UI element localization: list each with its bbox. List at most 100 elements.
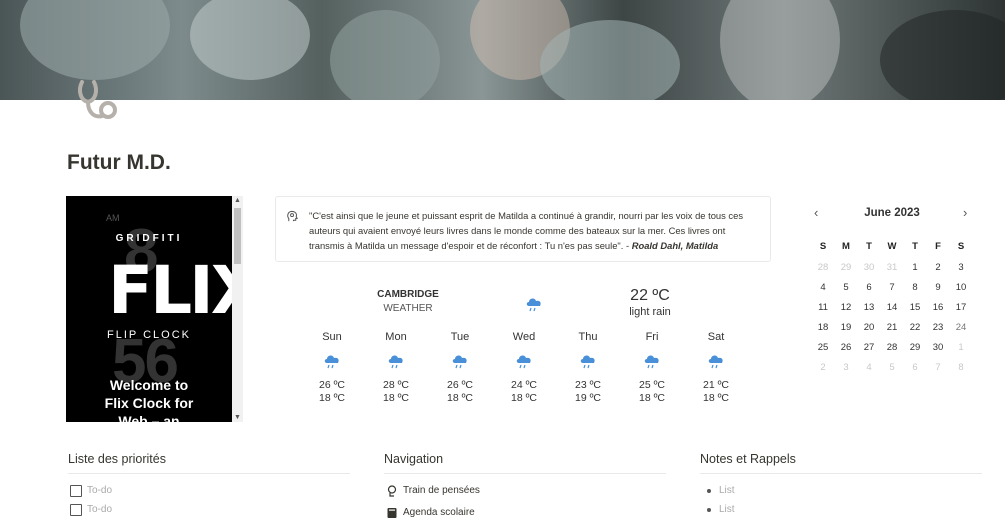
weather-city: CAMBRIDGE: [377, 289, 439, 300]
calendar-day[interactable]: 22: [904, 322, 926, 333]
calendar-day[interactable]: 6: [858, 282, 880, 293]
calendar-month-title: June 2023: [864, 207, 920, 219]
calendar-day[interactable]: 9: [927, 282, 949, 293]
weekday-label: W: [887, 241, 897, 252]
scroll-up-icon[interactable]: ▲: [232, 197, 243, 204]
calendar-day[interactable]: 28: [812, 262, 834, 273]
flip-clock-embed[interactable]: AM 8 56 GRIDFITI FLIX FLIP CLOCK Welcome…: [66, 196, 243, 422]
divider: [384, 473, 666, 474]
calendar-day[interactable]: 31: [881, 262, 903, 273]
stethoscope-icon[interactable]: [72, 76, 120, 124]
thinking-head-icon: [387, 485, 397, 497]
nav-link-label[interactable]: Agenda scolaire: [403, 507, 475, 518]
quote-callout: "C'est ainsi que le jeune et puissant es…: [275, 196, 771, 262]
notes-heading: Notes et Rappels: [700, 452, 796, 466]
rain-cloud-icon: [708, 355, 723, 369]
calendar-weekday-row: S M T W T F S: [812, 241, 972, 259]
navigation-heading: Navigation: [384, 452, 444, 466]
calendar-day[interactable]: 16: [927, 302, 949, 313]
weekday-label: S: [819, 241, 827, 252]
weekday-label: F: [935, 241, 941, 252]
calendar-day[interactable]: 10: [950, 282, 972, 293]
calendar-day[interactable]: 11: [812, 302, 834, 313]
divider: [68, 473, 350, 474]
calendar-day[interactable]: 28: [881, 342, 903, 353]
embed-scrollbar[interactable]: ▲ ▼: [232, 196, 243, 422]
calendar-day[interactable]: 19: [835, 322, 857, 333]
rain-cloud-icon: [324, 355, 339, 369]
calendar-week-row: 25 26 27 28 29 30 1: [812, 342, 972, 360]
priorities-heading: Liste des priorités: [68, 452, 166, 466]
current-condition: light rain: [629, 306, 671, 318]
calendar-day[interactable]: 14: [881, 302, 903, 313]
calendar-day[interactable]: 8: [904, 282, 926, 293]
flix-logo: FLIX: [108, 252, 243, 329]
bullet-icon: [707, 508, 711, 512]
calendar-day[interactable]: 12: [835, 302, 857, 313]
weekday-label: T: [866, 241, 872, 252]
calendar-day[interactable]: 5: [835, 282, 857, 293]
calendar-day[interactable]: 1: [904, 262, 926, 273]
calendar-day[interactable]: 30: [927, 342, 949, 353]
weekday-label: M: [842, 241, 850, 252]
calendar-day[interactable]: 23: [927, 322, 949, 333]
calendar-day[interactable]: 25: [812, 342, 834, 353]
calendar-day[interactable]: 18: [812, 322, 834, 333]
rain-cloud-icon: [526, 298, 541, 312]
calendar-next-button[interactable]: ›: [963, 205, 967, 220]
calendar-week-row: 2 3 4 5 6 7 8: [812, 362, 972, 380]
calendar-day[interactable]: 21: [881, 322, 903, 333]
calendar-day[interactable]: 27: [858, 342, 880, 353]
calendar-day[interactable]: 8: [950, 362, 972, 373]
calendar-day[interactable]: 7: [927, 362, 949, 373]
quote-text: "C'est ainsi que le jeune et puissant es…: [309, 210, 744, 251]
calendar-day[interactable]: 2: [927, 262, 949, 273]
calendar-day[interactable]: 2: [812, 362, 834, 373]
calendar-day[interactable]: 3: [835, 362, 857, 373]
calendar-day[interactable]: 15: [904, 302, 926, 313]
embed-brand: GRIDFITI: [115, 233, 183, 244]
list-item-label[interactable]: List: [719, 485, 735, 496]
calendar-day[interactable]: 7: [881, 282, 903, 293]
calendar-day[interactable]: 13: [858, 302, 880, 313]
calendar-day[interactable]: 29: [835, 262, 857, 273]
calendar-day[interactable]: 26: [835, 342, 857, 353]
nav-link-label[interactable]: Train de pensées: [403, 485, 480, 496]
embed-welcome-text: Welcome to Flix Clock for Web – an: [104, 377, 194, 422]
calendar-day[interactable]: 17: [950, 302, 972, 313]
calendar-day[interactable]: 20: [858, 322, 880, 333]
book-icon: [387, 508, 397, 518]
scroll-down-icon[interactable]: ▼: [232, 414, 243, 421]
checkbox[interactable]: [70, 504, 82, 516]
calendar-week-row: 18 19 20 21 22 23 24: [812, 322, 972, 340]
calendar-day[interactable]: 6: [904, 362, 926, 373]
head-icon: [287, 210, 298, 222]
bullet-icon: [707, 489, 711, 493]
calendar-day[interactable]: 4: [858, 362, 880, 373]
calendar-week-row: 28 29 30 31 1 2 3: [812, 262, 972, 280]
rain-cloud-icon: [516, 355, 531, 369]
embed-subtitle: FLIP CLOCK: [107, 329, 191, 341]
weekday-label: T: [912, 241, 918, 252]
clock-am-label: AM: [106, 213, 120, 223]
calendar-day[interactable]: 29: [904, 342, 926, 353]
calendar-day[interactable]: 1: [950, 342, 972, 353]
cover-image: [0, 0, 1005, 100]
calendar-prev-button[interactable]: ‹: [814, 205, 818, 220]
scrollbar-thumb[interactable]: [234, 208, 241, 264]
calendar-day[interactable]: 5: [881, 362, 903, 373]
todo-label[interactable]: To-do: [87, 485, 112, 496]
calendar-day[interactable]: 24: [950, 322, 972, 333]
weather-label: WEATHER: [383, 303, 433, 314]
page-title: Futur M.D.: [67, 151, 171, 174]
calendar-day[interactable]: 30: [858, 262, 880, 273]
checkbox[interactable]: [70, 485, 82, 497]
todo-label[interactable]: To-do: [87, 504, 112, 515]
weekday-label: S: [957, 241, 965, 252]
calendar-week-row: 11 12 13 14 15 16 17: [812, 302, 972, 320]
quote-author: Roald Dahl, Matilda: [631, 240, 719, 251]
rain-cloud-icon: [580, 355, 595, 369]
list-item-label[interactable]: List: [719, 504, 735, 515]
calendar-day[interactable]: 4: [812, 282, 834, 293]
calendar-day[interactable]: 3: [950, 262, 972, 273]
